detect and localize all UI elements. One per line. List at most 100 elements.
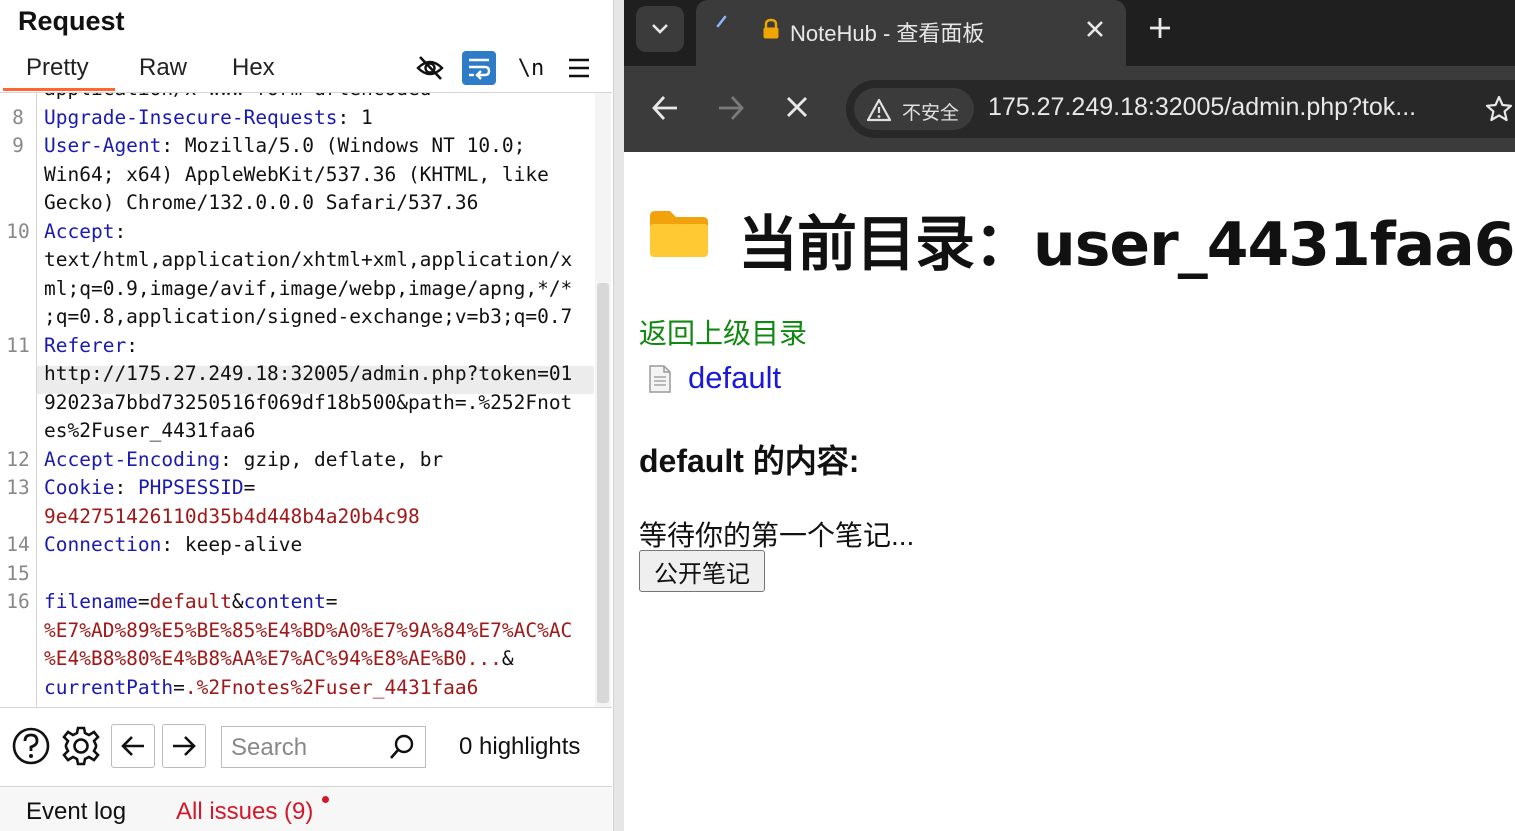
back-arrow-icon[interactable] bbox=[650, 94, 680, 127]
all-issues-tab[interactable]: All issues (9) bbox=[176, 798, 313, 826]
wrap-icon[interactable] bbox=[462, 51, 496, 85]
divider bbox=[0, 707, 612, 708]
code-token: application/x-www-form-urlencoded bbox=[44, 93, 431, 100]
publish-note-button[interactable]: 公开笔记 bbox=[639, 550, 765, 592]
request-editor[interactable]: application/x-www-form-urlencoded 8 Upgrad… bbox=[0, 93, 612, 707]
code-token: filename bbox=[44, 590, 138, 613]
browser-window: NoteHub - 查看面板 不安全 175.27.249.18:32005/a… bbox=[624, 0, 1515, 831]
code-line[interactable]: Upgrade-Insecure-Requests: 1 bbox=[44, 106, 373, 129]
panel-title: Request bbox=[18, 6, 125, 36]
stop-loading-icon[interactable] bbox=[784, 94, 810, 125]
code-token: Upgrade-Insecure-Requests bbox=[44, 105, 338, 129]
code-token: : bbox=[114, 476, 138, 499]
code-token: & bbox=[231, 590, 244, 613]
code-line[interactable]: Win64; x64) AppleWebKit/537.36 (KHTML, l… bbox=[44, 163, 549, 186]
line-number: 8 bbox=[12, 105, 24, 129]
security-chip[interactable]: 不安全 bbox=[854, 88, 974, 130]
file-document-icon bbox=[648, 364, 672, 399]
code-token: : bbox=[114, 219, 127, 243]
code-line[interactable]: 92023a7bbd73250516f069df18b500&path=.%25… bbox=[44, 391, 572, 414]
search-icon[interactable] bbox=[388, 733, 416, 766]
new-tab-plus-icon[interactable] bbox=[1146, 14, 1174, 47]
code-line[interactable]: Accept: bbox=[44, 220, 126, 243]
code-token: ;q=0.8,application/signed-exchange;v=b3;… bbox=[44, 305, 573, 328]
code-line[interactable]: User-Agent: Mozilla/5.0 (Windows NT 10.0… bbox=[44, 134, 525, 157]
code-token: ml;q=0.9,image/avif,image/webp,image/apn… bbox=[44, 276, 573, 300]
code-line[interactable]: %E7%AD%89%E5%BE%85%E4%BD%A0%E7%9A%84%E7%… bbox=[44, 619, 572, 642]
address-bar[interactable]: 不安全 175.27.249.18:32005/admin.php?tok... bbox=[846, 80, 1515, 138]
tab-search-chevron-icon[interactable] bbox=[636, 6, 684, 52]
code-line[interactable]: text/html,application/xhtml+xml,applicat… bbox=[44, 248, 572, 271]
not-secure-label: 不安全 bbox=[902, 103, 960, 124]
code-token: %E4%B8%80%E4%B8%AA%E7%AC%94%E8%AE%B0... bbox=[44, 647, 502, 670]
tab-pretty[interactable]: Pretty bbox=[26, 54, 89, 82]
page-heading: 当前目录：user_4431faa6 bbox=[738, 210, 1515, 280]
code-line[interactable]: currentPath=.%2Fnotes%2Fuser_4431faa6 bbox=[44, 676, 478, 699]
newline-icon[interactable]: \n bbox=[514, 51, 548, 85]
code-token: : 1 bbox=[337, 105, 373, 129]
code-token: PHPSESSID bbox=[137, 476, 244, 499]
file-link-default[interactable]: default bbox=[688, 360, 781, 396]
code-token: = bbox=[243, 476, 256, 499]
forward-arrow-icon[interactable] bbox=[716, 94, 746, 127]
code-line[interactable]: Accept-Encoding: gzip, deflate, br bbox=[44, 448, 443, 471]
code-token: User-Agent bbox=[44, 134, 162, 157]
code-token: = bbox=[173, 675, 185, 699]
folder-icon bbox=[648, 208, 710, 265]
line-number: 12 bbox=[6, 447, 30, 471]
line-number: 14 bbox=[6, 533, 30, 556]
code-line[interactable]: application/x-www-form-urlencoded bbox=[44, 93, 431, 100]
code-line[interactable]: http://175.27.249.18:32005/admin.php?tok… bbox=[44, 362, 572, 385]
gutter-divider bbox=[36, 93, 37, 707]
eye-off-icon[interactable] bbox=[413, 51, 447, 85]
line-number: 15 bbox=[6, 561, 30, 585]
loading-spinner-icon bbox=[714, 14, 730, 35]
code-line[interactable]: ml;q=0.9,image/avif,image/webp,image/apn… bbox=[44, 277, 572, 300]
close-tab-icon[interactable] bbox=[1084, 18, 1106, 45]
active-tab-indicator bbox=[3, 88, 115, 91]
code-line[interactable]: ;q=0.8,application/signed-exchange;v=b3;… bbox=[44, 305, 572, 328]
url-text[interactable]: 175.27.249.18:32005/admin.php?tok... bbox=[988, 93, 1416, 122]
code-line[interactable]: es%2Fuser_4431faa6 bbox=[44, 419, 255, 442]
code-token: & bbox=[501, 647, 514, 670]
settings-gear-icon[interactable] bbox=[59, 724, 103, 768]
highlights-count: 0 highlights bbox=[459, 733, 581, 760]
code-token: = bbox=[325, 590, 338, 613]
code-line[interactable]: %E4%B8%80%E4%B8%AA%E7%AC%94%E8%AE%B0...& bbox=[44, 647, 514, 670]
line-number: 10 bbox=[6, 219, 30, 243]
line-number: 13 bbox=[6, 476, 30, 499]
code-token: http://175.27.249.18:32005/admin.php?tok… bbox=[44, 362, 573, 385]
code-line[interactable]: Connection: keep-alive bbox=[44, 533, 302, 556]
code-line[interactable]: 9e42751426110d35b4d448b4a20b4c98 bbox=[44, 505, 420, 528]
parent-directory-link[interactable]: 返回上级目录 bbox=[639, 312, 807, 352]
code-token: Cookie bbox=[44, 476, 115, 499]
previous-arrow-icon[interactable] bbox=[111, 724, 155, 768]
code-token: : bbox=[126, 333, 138, 357]
lock-icon bbox=[762, 18, 780, 45]
search-box[interactable] bbox=[221, 726, 426, 768]
tab-title[interactable]: NoteHub - 查看面板 bbox=[790, 16, 984, 48]
next-arrow-icon[interactable] bbox=[162, 724, 206, 768]
code-token: Win64; x64) AppleWebKit/537.36 (KHTML, l… bbox=[44, 162, 549, 186]
bookmark-star-icon[interactable] bbox=[1484, 94, 1514, 129]
code-token: Connection bbox=[44, 533, 162, 556]
event-log-tab[interactable]: Event log bbox=[26, 798, 126, 826]
line-number: 9 bbox=[12, 134, 24, 157]
code-line[interactable]: filename=default&content= bbox=[44, 590, 338, 613]
code-line[interactable]: Referer: bbox=[44, 334, 138, 357]
scrollbar-thumb[interactable] bbox=[597, 283, 609, 703]
browser-toolbar: 不安全 175.27.249.18:32005/admin.php?tok... bbox=[624, 66, 1515, 152]
code-line[interactable]: Gecko) Chrome/132.0.0.0 Safari/537.36 bbox=[44, 191, 478, 214]
code-token: .%2Fnotes%2Fuser_4431faa6 bbox=[184, 675, 479, 699]
code-line[interactable]: Cookie: PHPSESSID= bbox=[44, 476, 255, 499]
code-token: = bbox=[137, 590, 150, 613]
tab-hex[interactable]: Hex bbox=[232, 54, 275, 82]
note-content: 等待你的第一个笔记... bbox=[639, 520, 915, 551]
code-token: 9e42751426110d35b4d448b4a20b4c98 bbox=[44, 504, 420, 528]
code-token: content bbox=[243, 590, 326, 613]
search-input[interactable] bbox=[231, 734, 381, 762]
tab-raw[interactable]: Raw bbox=[139, 54, 187, 82]
menu-icon[interactable] bbox=[562, 51, 596, 85]
code-token: text/html,application/xhtml+xml,applicat… bbox=[44, 248, 573, 271]
help-icon[interactable] bbox=[9, 724, 53, 768]
